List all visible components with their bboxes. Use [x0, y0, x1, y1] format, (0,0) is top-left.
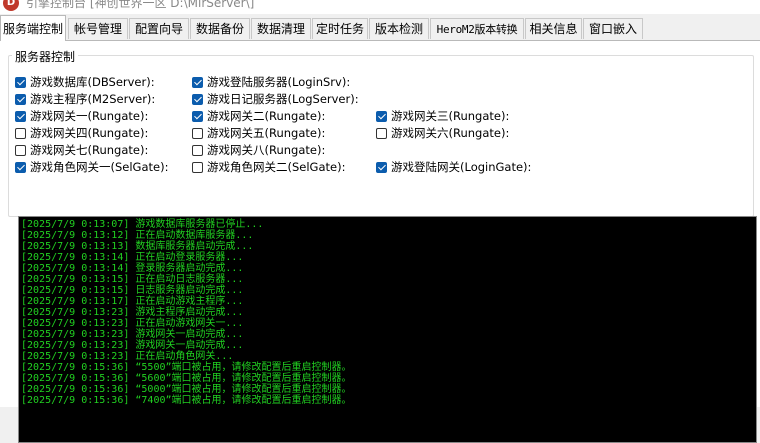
- window-title: 引擎控制台 [神创世界一区 D:\MirServer\]: [26, 0, 255, 10]
- log-line: [2025/7/9 0:15:36] “7400”端口被占用，请修改配置后重启控…: [21, 395, 352, 406]
- checkbox-login-server[interactable]: 游戏登陆服务器(LoginSrv):: [192, 74, 350, 90]
- log-line: [2025/7/9 0:15:36] “5500”端口被占用，请修改配置后重启控…: [21, 362, 352, 373]
- tab-herom2-conversion[interactable]: HeroM2版本转换: [430, 18, 524, 39]
- checkbox-box[interactable]: [192, 144, 203, 156]
- checkbox-label: 游戏网关八(Rungate):: [207, 143, 326, 157]
- checkbox-label: 游戏主程序(M2Server):: [30, 92, 156, 106]
- log-line: [2025/7/9 0:13:17] 正在启动游戏主程序...: [21, 296, 244, 307]
- tab-window-embed[interactable]: 窗口嵌入: [583, 18, 643, 39]
- checkbox-box[interactable]: [192, 110, 203, 122]
- checkbox-label: 游戏网关二(Rungate):: [207, 109, 326, 123]
- log-line: [2025/7/9 0:13:13] 数据库服务器启动完成...: [21, 241, 254, 252]
- group-title: 服务器控制: [12, 48, 79, 65]
- log-line: [2025/7/9 0:13:14] 登录服务器启动完成...: [21, 263, 244, 274]
- checkbox-label: 游戏登陆服务器(LoginSrv):: [207, 75, 351, 89]
- checkbox-rungate-7[interactable]: 游戏网关七(Rungate):: [15, 142, 148, 158]
- title-bar: D 引擎控制台 [神创世界一区 D:\MirServer\]: [0, 0, 760, 14]
- checkbox-box[interactable]: [15, 127, 26, 139]
- log-line: [2025/7/9 0:13:15] 日志服务器启动完成...: [21, 285, 244, 296]
- checkbox-box[interactable]: [15, 93, 26, 105]
- checkbox-label: 游戏角色网关一(SelGate):: [30, 160, 169, 174]
- checkbox-label: 游戏角色网关二(SelGate):: [207, 160, 346, 174]
- tab-config-wizard[interactable]: 配置向导: [129, 18, 189, 39]
- checkbox-box[interactable]: [376, 161, 387, 173]
- log-line: [2025/7/9 0:13:23] 游戏主程序启动完成...: [21, 307, 244, 318]
- log-line: [2025/7/9 0:15:36] “5600”端口被占用，请修改配置后重启控…: [21, 373, 352, 384]
- log-line: [2025/7/9 0:13:23] 游戏网关一启动完成...: [21, 340, 244, 351]
- checkbox-rungate-6[interactable]: 游戏网关六(Rungate):: [376, 125, 509, 141]
- checkbox-label: 游戏网关四(Rungate):: [30, 126, 149, 140]
- checkbox-label: 游戏日记服务器(LogServer):: [207, 92, 359, 106]
- checkbox-label: 游戏网关六(Rungate):: [391, 126, 510, 140]
- server-control-panel: 服务器控制 游戏数据库(DBServer): 游戏登陆服务器(LoginSrv):…: [0, 41, 760, 443]
- checkbox-box[interactable]: [15, 110, 26, 122]
- checkbox-label: 游戏网关五(Rungate):: [207, 126, 326, 140]
- checkbox-label: 游戏网关七(Rungate):: [30, 143, 149, 157]
- checkbox-box[interactable]: [192, 127, 203, 139]
- app-icon: D: [3, 0, 19, 11]
- checkbox-rungate-4[interactable]: 游戏网关四(Rungate):: [15, 125, 148, 141]
- checkbox-box[interactable]: [376, 127, 387, 139]
- log-line: [2025/7/9 0:13:07] 游戏数据库服务器已停止...: [21, 219, 264, 230]
- checkbox-box[interactable]: [15, 161, 26, 173]
- checkbox-rungate-2[interactable]: 游戏网关二(Rungate):: [192, 108, 325, 124]
- checkbox-label: 游戏网关三(Rungate):: [391, 109, 510, 123]
- checkbox-selgate-1[interactable]: 游戏角色网关一(SelGate):: [15, 159, 168, 175]
- log-line: [2025/7/9 0:13:14] 正在启动登录服务器...: [21, 252, 244, 263]
- log-line: [2025/7/9 0:15:36] “5000”端口被占用，请修改配置后重启控…: [21, 384, 352, 395]
- log-line: [2025/7/9 0:13:15] 正在启动日志服务器...: [21, 274, 244, 285]
- checkbox-rungate-5[interactable]: 游戏网关五(Rungate):: [192, 125, 325, 141]
- checkbox-label: 游戏数据库(DBServer):: [30, 75, 155, 89]
- tab-scheduled-tasks[interactable]: 定时任务: [312, 18, 368, 39]
- tab-related-info[interactable]: 相关信息: [525, 18, 582, 39]
- checkbox-db-server[interactable]: 游戏数据库(DBServer):: [15, 74, 155, 90]
- checkbox-m2-server[interactable]: 游戏主程序(M2Server):: [15, 91, 155, 107]
- checkbox-rungate-1[interactable]: 游戏网关一(Rungate):: [15, 108, 148, 124]
- checkbox-box[interactable]: [192, 93, 203, 105]
- checkbox-box[interactable]: [15, 76, 26, 88]
- checkbox-rungate-3[interactable]: 游戏网关三(Rungate):: [376, 108, 509, 124]
- tab-data-backup[interactable]: 数据备份: [190, 18, 250, 39]
- tab-version-check[interactable]: 版本检测: [369, 18, 429, 39]
- log-line: [2025/7/9 0:13:23] 正在启动游戏网关一...: [21, 318, 244, 329]
- checkbox-box[interactable]: [15, 144, 26, 156]
- checkbox-box[interactable]: [376, 110, 387, 122]
- log-line: [2025/7/9 0:13:23] 游戏网关一启动完成...: [21, 329, 244, 340]
- tab-bar: 服务端控制 帐号管理 配置向导 数据备份 数据清理 定时任务 版本检测 Hero…: [0, 14, 760, 41]
- checkbox-box[interactable]: [192, 161, 203, 173]
- checkbox-label: 游戏登陆网关(LoginGate):: [391, 160, 532, 174]
- checkbox-log-server[interactable]: 游戏日记服务器(LogServer):: [192, 91, 359, 107]
- log-line: [2025/7/9 0:13:12] 正在启动数据库服务器...: [21, 230, 254, 241]
- checkbox-rungate-8[interactable]: 游戏网关八(Rungate):: [192, 142, 325, 158]
- checkbox-label: 游戏网关一(Rungate):: [30, 109, 149, 123]
- tab-account-management[interactable]: 帐号管理: [68, 18, 128, 39]
- checkbox-box[interactable]: [192, 76, 203, 88]
- tab-server-control[interactable]: 服务端控制: [0, 15, 66, 41]
- log-line: [2025/7/9 0:13:23] 正在启动角色网关...: [21, 351, 234, 362]
- tab-data-cleanup[interactable]: 数据清理: [251, 18, 311, 39]
- log-output[interactable]: [2025/7/9 0:13:07] 游戏数据库服务器已停止... [2025/7…: [18, 216, 757, 443]
- checkbox-selgate-2[interactable]: 游戏角色网关二(SelGate):: [192, 159, 345, 175]
- checkbox-login-gate[interactable]: 游戏登陆网关(LoginGate):: [376, 159, 531, 175]
